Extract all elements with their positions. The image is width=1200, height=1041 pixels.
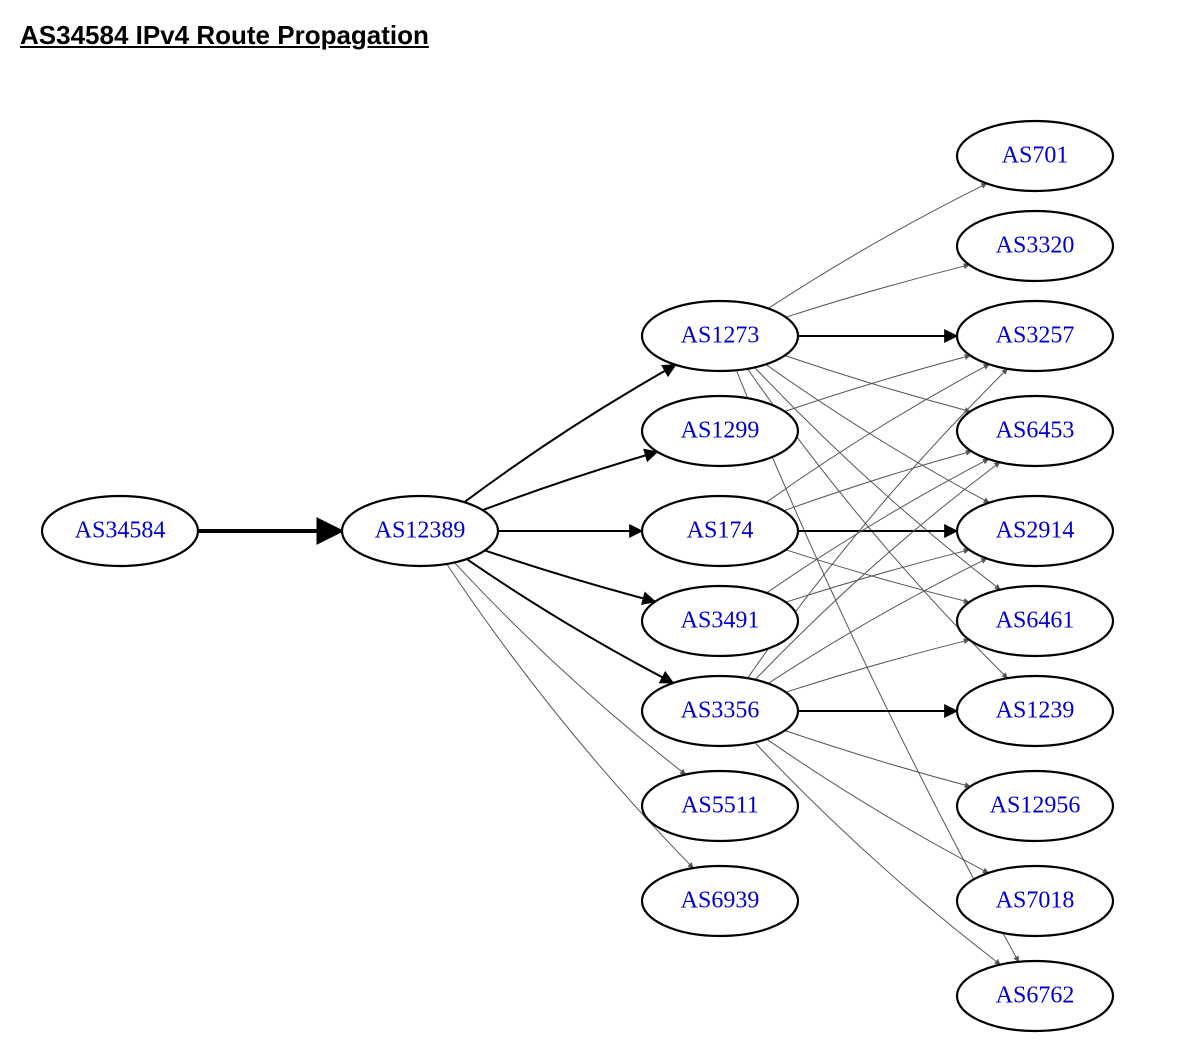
as-node-as3257[interactable]: AS3257 xyxy=(957,301,1113,371)
edge-AS1273-AS3320 xyxy=(786,265,969,317)
as-node-label: AS1299 xyxy=(681,418,760,444)
as-node-as174[interactable]: AS174 xyxy=(642,496,798,566)
as-node-as6939[interactable]: AS6939 xyxy=(642,866,798,936)
as-node-label: AS3491 xyxy=(681,608,760,634)
as-node-label: AS2914 xyxy=(996,518,1075,544)
as-node-as3320[interactable]: AS3320 xyxy=(957,211,1113,281)
as-node-label: AS12389 xyxy=(375,518,466,544)
as-node-label: AS7018 xyxy=(996,888,1075,914)
as-node-label: AS3320 xyxy=(996,233,1075,259)
edge-AS1299-AS3257 xyxy=(785,356,971,412)
as-node-as6453[interactable]: AS6453 xyxy=(957,396,1113,466)
as-node-label: AS1239 xyxy=(996,698,1075,724)
as-node-as1239[interactable]: AS1239 xyxy=(957,676,1113,746)
as-node-label: AS1273 xyxy=(681,323,760,349)
as-node-label: AS5511 xyxy=(681,793,759,819)
edge-AS174-AS6453 xyxy=(784,451,972,511)
as-node-label: AS3257 xyxy=(996,323,1075,349)
edge-AS3356-AS6453 xyxy=(755,462,1000,680)
as-node-as12389[interactable]: AS12389 xyxy=(342,496,498,566)
as-node-as3356[interactable]: AS3356 xyxy=(642,676,798,746)
edge-AS12389-AS3491 xyxy=(485,550,655,601)
as-node-label: AS6939 xyxy=(681,888,760,914)
as-node-as2914[interactable]: AS2914 xyxy=(957,496,1113,566)
edge-AS3356-AS6762 xyxy=(755,742,1001,964)
edge-AS12389-AS5511 xyxy=(454,562,685,774)
as-node-label: AS3356 xyxy=(681,698,760,724)
edge-AS1273-AS6762 xyxy=(736,370,1018,962)
as-node-label: AS34584 xyxy=(75,518,166,544)
edge-AS1273-AS6461 xyxy=(755,367,1001,589)
as-node-as1273[interactable]: AS1273 xyxy=(642,301,798,371)
as-node-as6461[interactable]: AS6461 xyxy=(957,586,1113,656)
as-node-as7018[interactable]: AS7018 xyxy=(957,866,1113,936)
edge-AS174-AS6461 xyxy=(786,550,969,602)
edge-AS3356-AS12956 xyxy=(785,731,971,787)
as-node-as34584[interactable]: AS34584 xyxy=(42,496,198,566)
as-node-as701[interactable]: AS701 xyxy=(957,121,1113,191)
as-node-as3491[interactable]: AS3491 xyxy=(642,586,798,656)
as-node-label: AS701 xyxy=(1002,143,1069,169)
as-node-as1299[interactable]: AS1299 xyxy=(642,396,798,466)
edge-AS1273-AS6453 xyxy=(785,356,971,412)
edge-AS3356-AS7018 xyxy=(767,739,989,873)
as-node-as5511[interactable]: AS5511 xyxy=(642,771,798,841)
as-node-label: AS6453 xyxy=(996,418,1075,444)
as-node-label: AS174 xyxy=(687,518,754,544)
edge-AS3491-AS2914 xyxy=(786,550,969,602)
as-node-label: AS6461 xyxy=(996,608,1075,634)
route-propagation-graph: AS34584 AS12389 AS1273 AS1299 AS174 AS3491 AS3… xyxy=(20,61,1180,1041)
edge-AS12389-AS1299 xyxy=(483,452,658,510)
as-node-label: AS6762 xyxy=(996,983,1075,1009)
page-title: AS34584 IPv4 Route Propagation xyxy=(20,20,1180,51)
as-node-label: AS12956 xyxy=(990,793,1081,819)
edge-AS3356-AS6461 xyxy=(786,640,969,692)
as-node-as12956[interactable]: AS12956 xyxy=(957,771,1113,841)
